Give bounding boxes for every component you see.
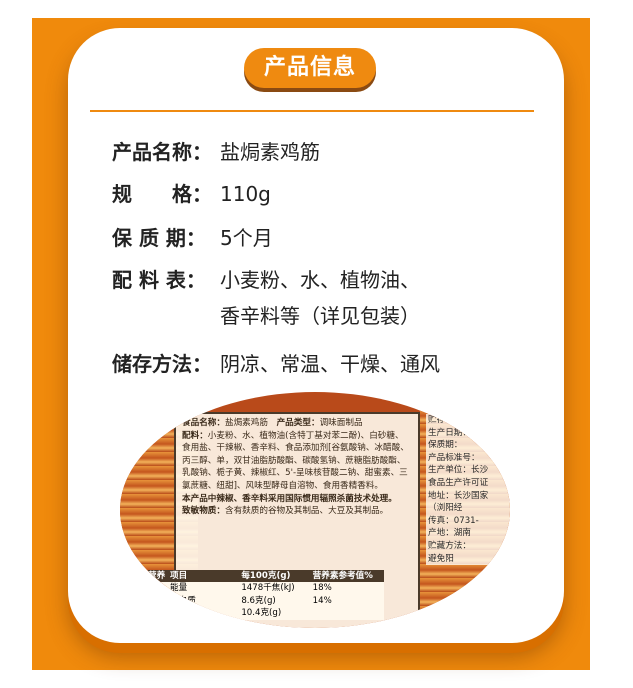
info-row-spec: 规 格： 110g (112, 178, 271, 207)
section-title: 产品信息 (244, 48, 376, 88)
info-value-continued: 香辛料等（详见包装） (220, 304, 420, 328)
label-allergen-key: 致敏物质： (182, 506, 225, 517)
nutrition-tab: 营养 (148, 570, 166, 581)
info-label: 保 质 期： (112, 226, 206, 250)
info-value: 5个月 (220, 226, 273, 250)
label-type-value: 调味面制品 (319, 418, 363, 428)
label-ingredients: 小麦粉、水、植物油(含特丁基对苯二酚)、白砂糖、食用盐、干辣椒、香辛料、食品添加… (182, 430, 409, 491)
nutrition-col-nrv: 营养素参考值% (312, 570, 373, 581)
nutrition-row: 蛋白质 8.6克(g) 14% (148, 594, 384, 608)
info-value: 盐焗素鸡筋 (220, 140, 320, 164)
info-row-ingredients: 配 料 表： 小麦粉、水、植物油、 香辛料等（详见包装） (112, 264, 420, 328)
product-photo: 食品名称：盐焗素鸡筋 产品类型：调味面制品 配料：小麦粉、水、植物油(含特丁基对… (120, 392, 510, 628)
side-line: 产品标准号： (428, 452, 480, 463)
info-value: 小麦粉、水、植物油、 (220, 268, 420, 292)
nutrition-table: 营养 项目 每100克(g) 营养素参考值% 能量 1478千焦(kJ) 18%… (148, 569, 384, 620)
nutrition-cell: 8.6克(g) (241, 595, 276, 606)
info-label: 产品名称： (112, 140, 212, 164)
nutrition-cell: 14% (312, 595, 332, 606)
side-line: 食品生产许可证 (428, 477, 489, 488)
info-value: 阴凉、常温、干燥、通风 (220, 352, 440, 376)
info-row-shelf-life: 保 质 期： 5个月 (112, 222, 273, 251)
nutrition-header: 营养 项目 每100克(g) 营养素参考值% (148, 569, 384, 583)
nutrition-cell: 蛋白质 (170, 595, 196, 606)
nutrition-cell: 10.4克(g) (241, 608, 282, 619)
info-row-name: 产品名称： 盐焗素鸡筋 (112, 136, 320, 165)
info-row-storage: 储存方法： 阴凉、常温、干燥、通风 (112, 348, 440, 377)
label-type-key: 产品类型： (276, 418, 320, 428)
info-label: 规 格： (112, 182, 212, 206)
nutrition-row: 10.4克(g) (148, 607, 384, 620)
info-value: 110g (220, 182, 271, 206)
title-divider (90, 110, 534, 112)
label-irradiation: 本产品中辣椒、香辛料采用国际惯用辐照杀菌技术处理。 (182, 493, 397, 504)
side-line: 贮藏方法： (428, 540, 471, 551)
nutrition-cell: 1478千焦(kJ) (241, 583, 295, 594)
label-name-key: 食品名称： (182, 418, 225, 428)
label-name-value: 盐焗素鸡筋 (224, 418, 268, 428)
side-line: 贮存条件： (428, 415, 471, 425)
nutrition-col-per100: 每100克(g) (241, 570, 291, 581)
label-ingredients-key: 配料： (182, 430, 208, 441)
side-line: 生产日期： (428, 427, 471, 438)
side-line: 传真：0731- (428, 515, 479, 526)
side-line: 产地：湖南 (428, 528, 471, 539)
info-label: 配 料 表： (112, 268, 206, 292)
package-side-info: 贮存条件： 生产日期： 保质期： 产品标准号： 生产单位：长沙 食品生产许可证 … (426, 414, 510, 566)
side-line: 保质期： (428, 440, 463, 451)
info-label: 储存方法： (112, 352, 212, 376)
nutrition-cell (170, 607, 241, 620)
side-line: 避免阳 (428, 553, 454, 564)
side-line: 地址：长沙国家 (428, 490, 489, 501)
nutrition-cell (313, 607, 384, 620)
side-line: 生产单位：长沙 (428, 465, 489, 476)
nutrition-cell: 能量 (170, 583, 188, 594)
nutrition-col-item: 项目 (170, 570, 188, 581)
nutrition-cell: 18% (312, 583, 332, 594)
side-line: （浏阳经 (428, 503, 463, 514)
nutrition-row: 能量 1478千焦(kJ) 18% (148, 582, 384, 595)
label-allergen: 含有麸质的谷物及其制品、大豆及其制品。 (224, 506, 389, 517)
